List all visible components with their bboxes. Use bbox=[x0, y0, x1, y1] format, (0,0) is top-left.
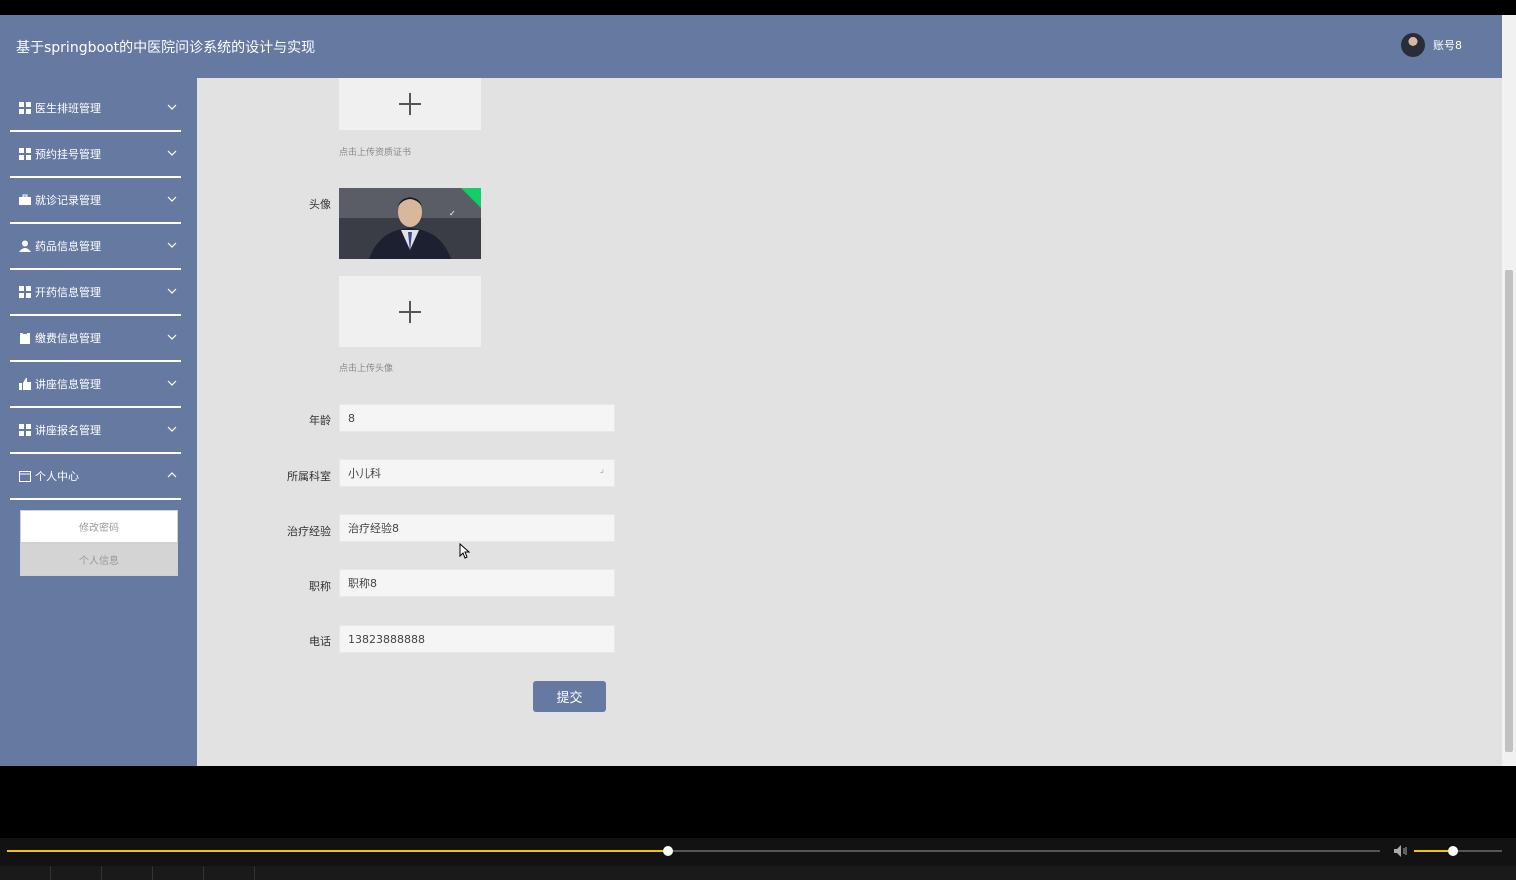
page-scrollbar[interactable] bbox=[1502, 15, 1516, 766]
doctor-portrait-image bbox=[339, 188, 481, 259]
seek-handle[interactable] bbox=[663, 846, 673, 856]
seek-progress bbox=[7, 850, 668, 852]
chevron-down-icon bbox=[167, 104, 177, 110]
department-select[interactable]: 小儿科 ⌟ bbox=[339, 459, 615, 487]
plus-icon bbox=[399, 300, 421, 323]
sidebar-item-medicine[interactable]: 药品信息管理 bbox=[10, 224, 181, 270]
sidebar-item-label: 缴费信息管理 bbox=[35, 332, 101, 345]
sidebar-item-appointment[interactable]: 预约挂号管理 bbox=[10, 132, 181, 178]
sidebar-item-prescription[interactable]: 开药信息管理 bbox=[10, 270, 181, 316]
app-title: 基于springboot的中医院问诊系统的设计与实现 bbox=[16, 40, 316, 56]
sidebar: 医生排班管理 预约挂号管理 就诊记录管理 药品信息管理 开药信息管理 缴费信息管… bbox=[0, 78, 197, 766]
app-window: 基于springboot的中医院问诊系统的设计与实现 账号8 医生排班管理 预约… bbox=[0, 15, 1502, 766]
sidebar-item-label: 药品信息管理 bbox=[35, 240, 101, 253]
sidebar-item-lecture[interactable]: 讲座信息管理 bbox=[10, 362, 181, 408]
sidebar-item-label: 医生排班管理 bbox=[35, 102, 101, 115]
submenu-personal-info[interactable]: 个人信息 bbox=[20, 543, 178, 576]
experience-label: 治疗经验 bbox=[287, 525, 331, 538]
clipboard-icon bbox=[20, 332, 30, 344]
volume-icon[interactable] bbox=[1393, 844, 1409, 858]
chevron-down-icon bbox=[167, 334, 177, 340]
sidebar-item-personal[interactable]: 个人中心 bbox=[10, 454, 181, 500]
grid-icon bbox=[19, 286, 31, 298]
username[interactable]: 账号8 bbox=[1433, 37, 1462, 53]
sidebar-item-label: 就诊记录管理 bbox=[35, 194, 101, 207]
grid-icon bbox=[19, 424, 31, 436]
avatar-hint: 点击上传头像 bbox=[339, 364, 394, 374]
title-input[interactable]: 职称8 bbox=[339, 569, 615, 597]
avatar-photo[interactable]: ✓ bbox=[339, 188, 481, 259]
check-icon: ✓ bbox=[449, 209, 456, 218]
chevron-down-icon: ⌟ bbox=[599, 465, 604, 475]
department-value: 小儿科 bbox=[348, 467, 381, 480]
main-content: 点击上传资质证书 头像 ✓ 点击上传头像 年龄 8 所属科室 小儿科 ⌟ 治疗经… bbox=[197, 78, 1502, 766]
chevron-up-icon bbox=[167, 472, 177, 478]
avatar-upload[interactable] bbox=[339, 276, 481, 347]
chevron-down-icon bbox=[167, 150, 177, 156]
plus-icon bbox=[399, 93, 421, 115]
chevron-down-icon bbox=[167, 288, 177, 294]
sidebar-item-label: 讲座报名管理 bbox=[35, 424, 101, 437]
grid-icon bbox=[19, 102, 31, 114]
user-icon bbox=[19, 240, 31, 252]
sidebar-item-label: 个人中心 bbox=[35, 470, 79, 483]
avatar-label: 头像 bbox=[309, 198, 331, 211]
sidebar-item-records[interactable]: 就诊记录管理 bbox=[10, 178, 181, 224]
mouse-cursor-icon bbox=[459, 543, 471, 559]
volume-handle[interactable] bbox=[1448, 846, 1458, 856]
taskbar bbox=[0, 866, 1516, 880]
seek-bar[interactable] bbox=[7, 850, 1380, 852]
title-label: 职称 bbox=[309, 580, 331, 593]
chevron-down-icon bbox=[167, 242, 177, 248]
sidebar-item-schedule[interactable]: 医生排班管理 bbox=[10, 86, 181, 132]
department-label: 所属科室 bbox=[287, 470, 331, 483]
chevron-down-icon bbox=[167, 196, 177, 202]
video-player-bar bbox=[0, 838, 1516, 866]
submit-button[interactable]: 提交 bbox=[533, 681, 606, 712]
calendar-icon bbox=[19, 471, 31, 482]
sidebar-item-label: 开药信息管理 bbox=[35, 286, 101, 299]
chevron-down-icon bbox=[167, 426, 177, 432]
certificate-upload[interactable] bbox=[339, 78, 481, 130]
chevron-down-icon bbox=[167, 380, 177, 386]
sidebar-item-payment[interactable]: 缴费信息管理 bbox=[10, 316, 181, 362]
experience-input[interactable]: 治疗经验8 bbox=[339, 514, 615, 542]
avatar[interactable] bbox=[1401, 33, 1425, 57]
age-input[interactable]: 8 bbox=[339, 404, 615, 432]
certificate-hint: 点击上传资质证书 bbox=[339, 148, 412, 158]
scrollbar-thumb[interactable] bbox=[1505, 270, 1513, 752]
top-header: 基于springboot的中医院问诊系统的设计与实现 账号8 bbox=[0, 15, 1502, 78]
sidebar-item-label: 讲座信息管理 bbox=[35, 378, 101, 391]
phone-input[interactable]: 13823888888 bbox=[339, 625, 615, 653]
briefcase-icon bbox=[19, 194, 31, 205]
thumb-icon bbox=[19, 378, 31, 390]
age-label: 年龄 bbox=[309, 414, 331, 427]
user-menu[interactable]: 账号8 bbox=[1401, 33, 1462, 57]
personal-submenu: 修改密码 个人信息 bbox=[20, 510, 178, 576]
volume-slider[interactable] bbox=[1414, 850, 1502, 852]
phone-label: 电话 bbox=[309, 635, 331, 648]
submenu-change-password[interactable]: 修改密码 bbox=[20, 510, 178, 543]
sidebar-item-signup[interactable]: 讲座报名管理 bbox=[10, 408, 181, 454]
sidebar-item-label: 预约挂号管理 bbox=[35, 148, 101, 161]
grid-icon bbox=[19, 148, 31, 160]
